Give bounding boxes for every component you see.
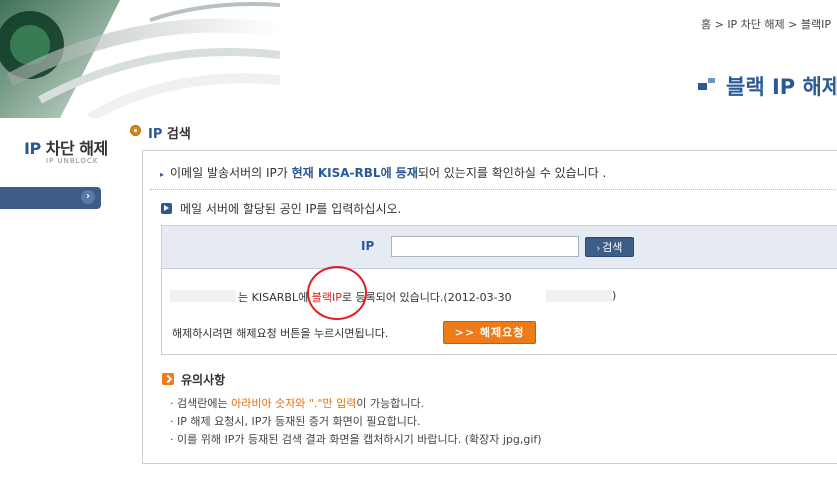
search-button-arrow-icon: › xyxy=(596,244,601,254)
instruction-text: 메일 서버에 할당된 공인 IP를 입력하십시오. xyxy=(180,202,402,216)
intro-text: ▸ 이메일 발송서버의 IP가 현재 KISA-RBL에 등재되어 있는지를 확인… xyxy=(160,164,606,181)
note-after: 이 가능합니다. xyxy=(356,397,425,410)
intro-before: 이메일 발송서버의 IP가 xyxy=(170,166,292,180)
section-title: IP 검색 xyxy=(148,123,191,142)
title-bullet-icon xyxy=(698,76,720,92)
result-prefix: 는 KISARBL에 xyxy=(238,291,312,304)
redacted-ip xyxy=(170,290,236,302)
chevron-right-icon: › xyxy=(81,190,95,204)
section-bullet-icon xyxy=(130,125,141,136)
note-item: · 이를 위해 IP가 등재된 검색 결과 화면을 캡처하시기 바랍니다. (확… xyxy=(170,433,542,446)
result-tail: ) xyxy=(612,289,617,302)
redacted-time xyxy=(546,290,612,302)
note-item: · 검색란에는 아라비아 숫자와 "."만 입력이 가능합니다. xyxy=(170,395,424,411)
play-bullet-icon xyxy=(161,203,172,214)
sidebar-subtitle: IP UNBLOCK xyxy=(46,157,99,165)
result-suffix: 로 등록되어 있습니다.(2012-03-30 xyxy=(341,291,512,304)
ip-label: IP xyxy=(361,239,375,253)
sidebar-item-black-ip[interactable]: › xyxy=(0,187,101,209)
section-title-ip: IP xyxy=(148,127,163,142)
triangle-bullet-icon: ▸ xyxy=(160,170,165,179)
highlight-circle xyxy=(307,266,367,320)
section-title-text: 검색 xyxy=(162,127,191,142)
search-button-label: 검색 xyxy=(602,241,623,254)
notes-title: 유의사항 xyxy=(181,373,226,387)
release-instruction: 해제하시려면 해제요청 버튼을 누르시면됩니다. xyxy=(172,327,389,340)
divider xyxy=(150,189,837,190)
notes-icon xyxy=(162,373,174,385)
sidebar-title-ip: IP xyxy=(24,139,41,158)
note-highlight: 아라비아 숫자와 "."만 입력 xyxy=(231,397,357,410)
result-text: 는 KISARBL에 블랙IP로 등록되어 있습니다.(2012-03-30 xyxy=(238,289,512,305)
intro-highlight: 현재 KISA-RBL에 등재 xyxy=(291,166,418,180)
sidebar-title-text: 차단 해제 xyxy=(40,139,108,158)
release-request-button[interactable]: >> 해제요청 xyxy=(443,321,536,344)
ip-search-input[interactable] xyxy=(391,236,579,257)
header-decoration xyxy=(0,0,280,118)
intro-after: 되어 있는지를 확인하실 수 있습니다 . xyxy=(417,166,607,180)
sidebar-title: IP 차단 해제 xyxy=(24,135,108,159)
note-item: · IP 해제 요청시, IP가 등재된 증거 화면이 필요합니다. xyxy=(170,415,421,428)
page-title: 블랙 IP 해제 xyxy=(726,75,837,99)
search-button[interactable]: › 검색 xyxy=(585,237,634,257)
note-before: · 검색란에는 xyxy=(170,397,232,410)
breadcrumb: 홈 > IP 차단 해제 > 블랙IP xyxy=(700,18,831,31)
